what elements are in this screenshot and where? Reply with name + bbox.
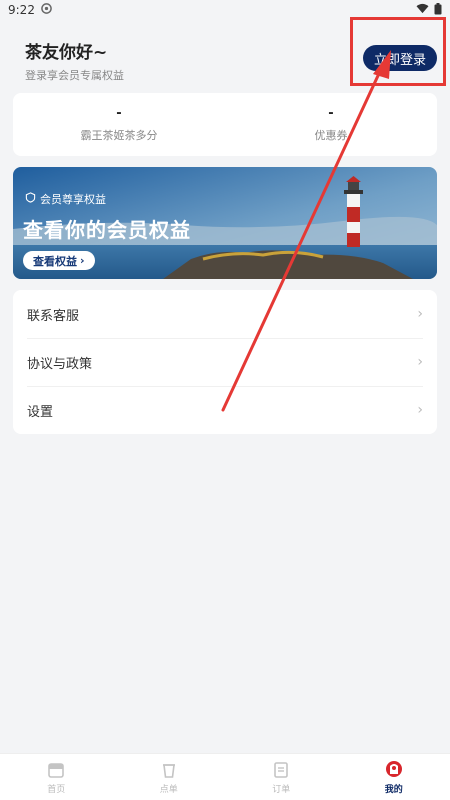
settings-menu: 联系客服 › 协议与政策 › 设置 ›	[13, 290, 437, 434]
stat-points[interactable]: - 霸王茶姬茶多分	[13, 93, 225, 156]
member-benefits-banner[interactable]: 会员尊享权益 查看你的会员权益 查看权益 ›	[13, 167, 437, 279]
settings-status-icon	[41, 3, 52, 17]
menu-item-label: 联系客服	[27, 308, 80, 324]
stat-coupons[interactable]: - 优惠券	[225, 93, 437, 156]
greeting-title: 茶友你好~	[25, 43, 108, 63]
tab-home[interactable]: 首页	[0, 754, 113, 800]
profile-logo-icon	[383, 760, 405, 780]
cup-icon	[158, 760, 180, 780]
profile-header: 茶友你好~ 登录享会员专属权益	[25, 38, 124, 83]
menu-item-settings[interactable]: 设置 ›	[13, 386, 437, 434]
bottom-tab-bar: 首页 点单 订单 我的	[0, 753, 450, 800]
banner-tag: 会员尊享权益	[25, 191, 106, 207]
chevron-right-icon: ›	[417, 306, 423, 322]
banner-title: 查看你的会员权益	[23, 218, 191, 242]
shield-icon	[25, 192, 36, 206]
tab-label: 首页	[47, 784, 66, 795]
tab-orders[interactable]: 订单	[225, 754, 338, 800]
tab-order-menu[interactable]: 点单	[113, 754, 226, 800]
banner-tag-label: 会员尊享权益	[40, 193, 106, 206]
stat-points-label: 霸王茶姬茶多分	[80, 129, 158, 142]
tab-label: 订单	[272, 784, 291, 795]
chevron-right-icon: ›	[417, 354, 423, 370]
tab-profile[interactable]: 我的	[338, 754, 450, 800]
tab-label: 我的	[384, 784, 403, 795]
home-icon	[45, 760, 67, 780]
wifi-icon	[416, 3, 429, 17]
view-benefits-label: 查看权益	[33, 254, 77, 268]
stats-card: - 霸王茶姬茶多分 - 优惠券	[13, 93, 437, 156]
menu-item-agreements[interactable]: 协议与政策 ›	[13, 338, 437, 386]
menu-item-label: 协议与政策	[27, 356, 93, 372]
menu-item-label: 设置	[27, 404, 54, 420]
chevron-right-icon: ›	[80, 254, 85, 267]
menu-item-customer-service[interactable]: 联系客服 ›	[13, 290, 437, 338]
view-benefits-button[interactable]: 查看权益 ›	[23, 251, 95, 270]
status-time: 9:22	[8, 3, 35, 17]
tab-label: 点单	[159, 784, 178, 795]
chevron-right-icon: ›	[417, 402, 423, 418]
greeting-subtitle: 登录享会员专属权益	[25, 69, 124, 82]
receipt-icon	[270, 760, 292, 780]
stat-coupons-value: -	[328, 106, 334, 121]
stat-coupons-label: 优惠券	[314, 129, 348, 142]
annotation-highlight-box	[350, 17, 446, 86]
battery-icon	[434, 2, 442, 18]
stat-points-value: -	[116, 106, 122, 121]
